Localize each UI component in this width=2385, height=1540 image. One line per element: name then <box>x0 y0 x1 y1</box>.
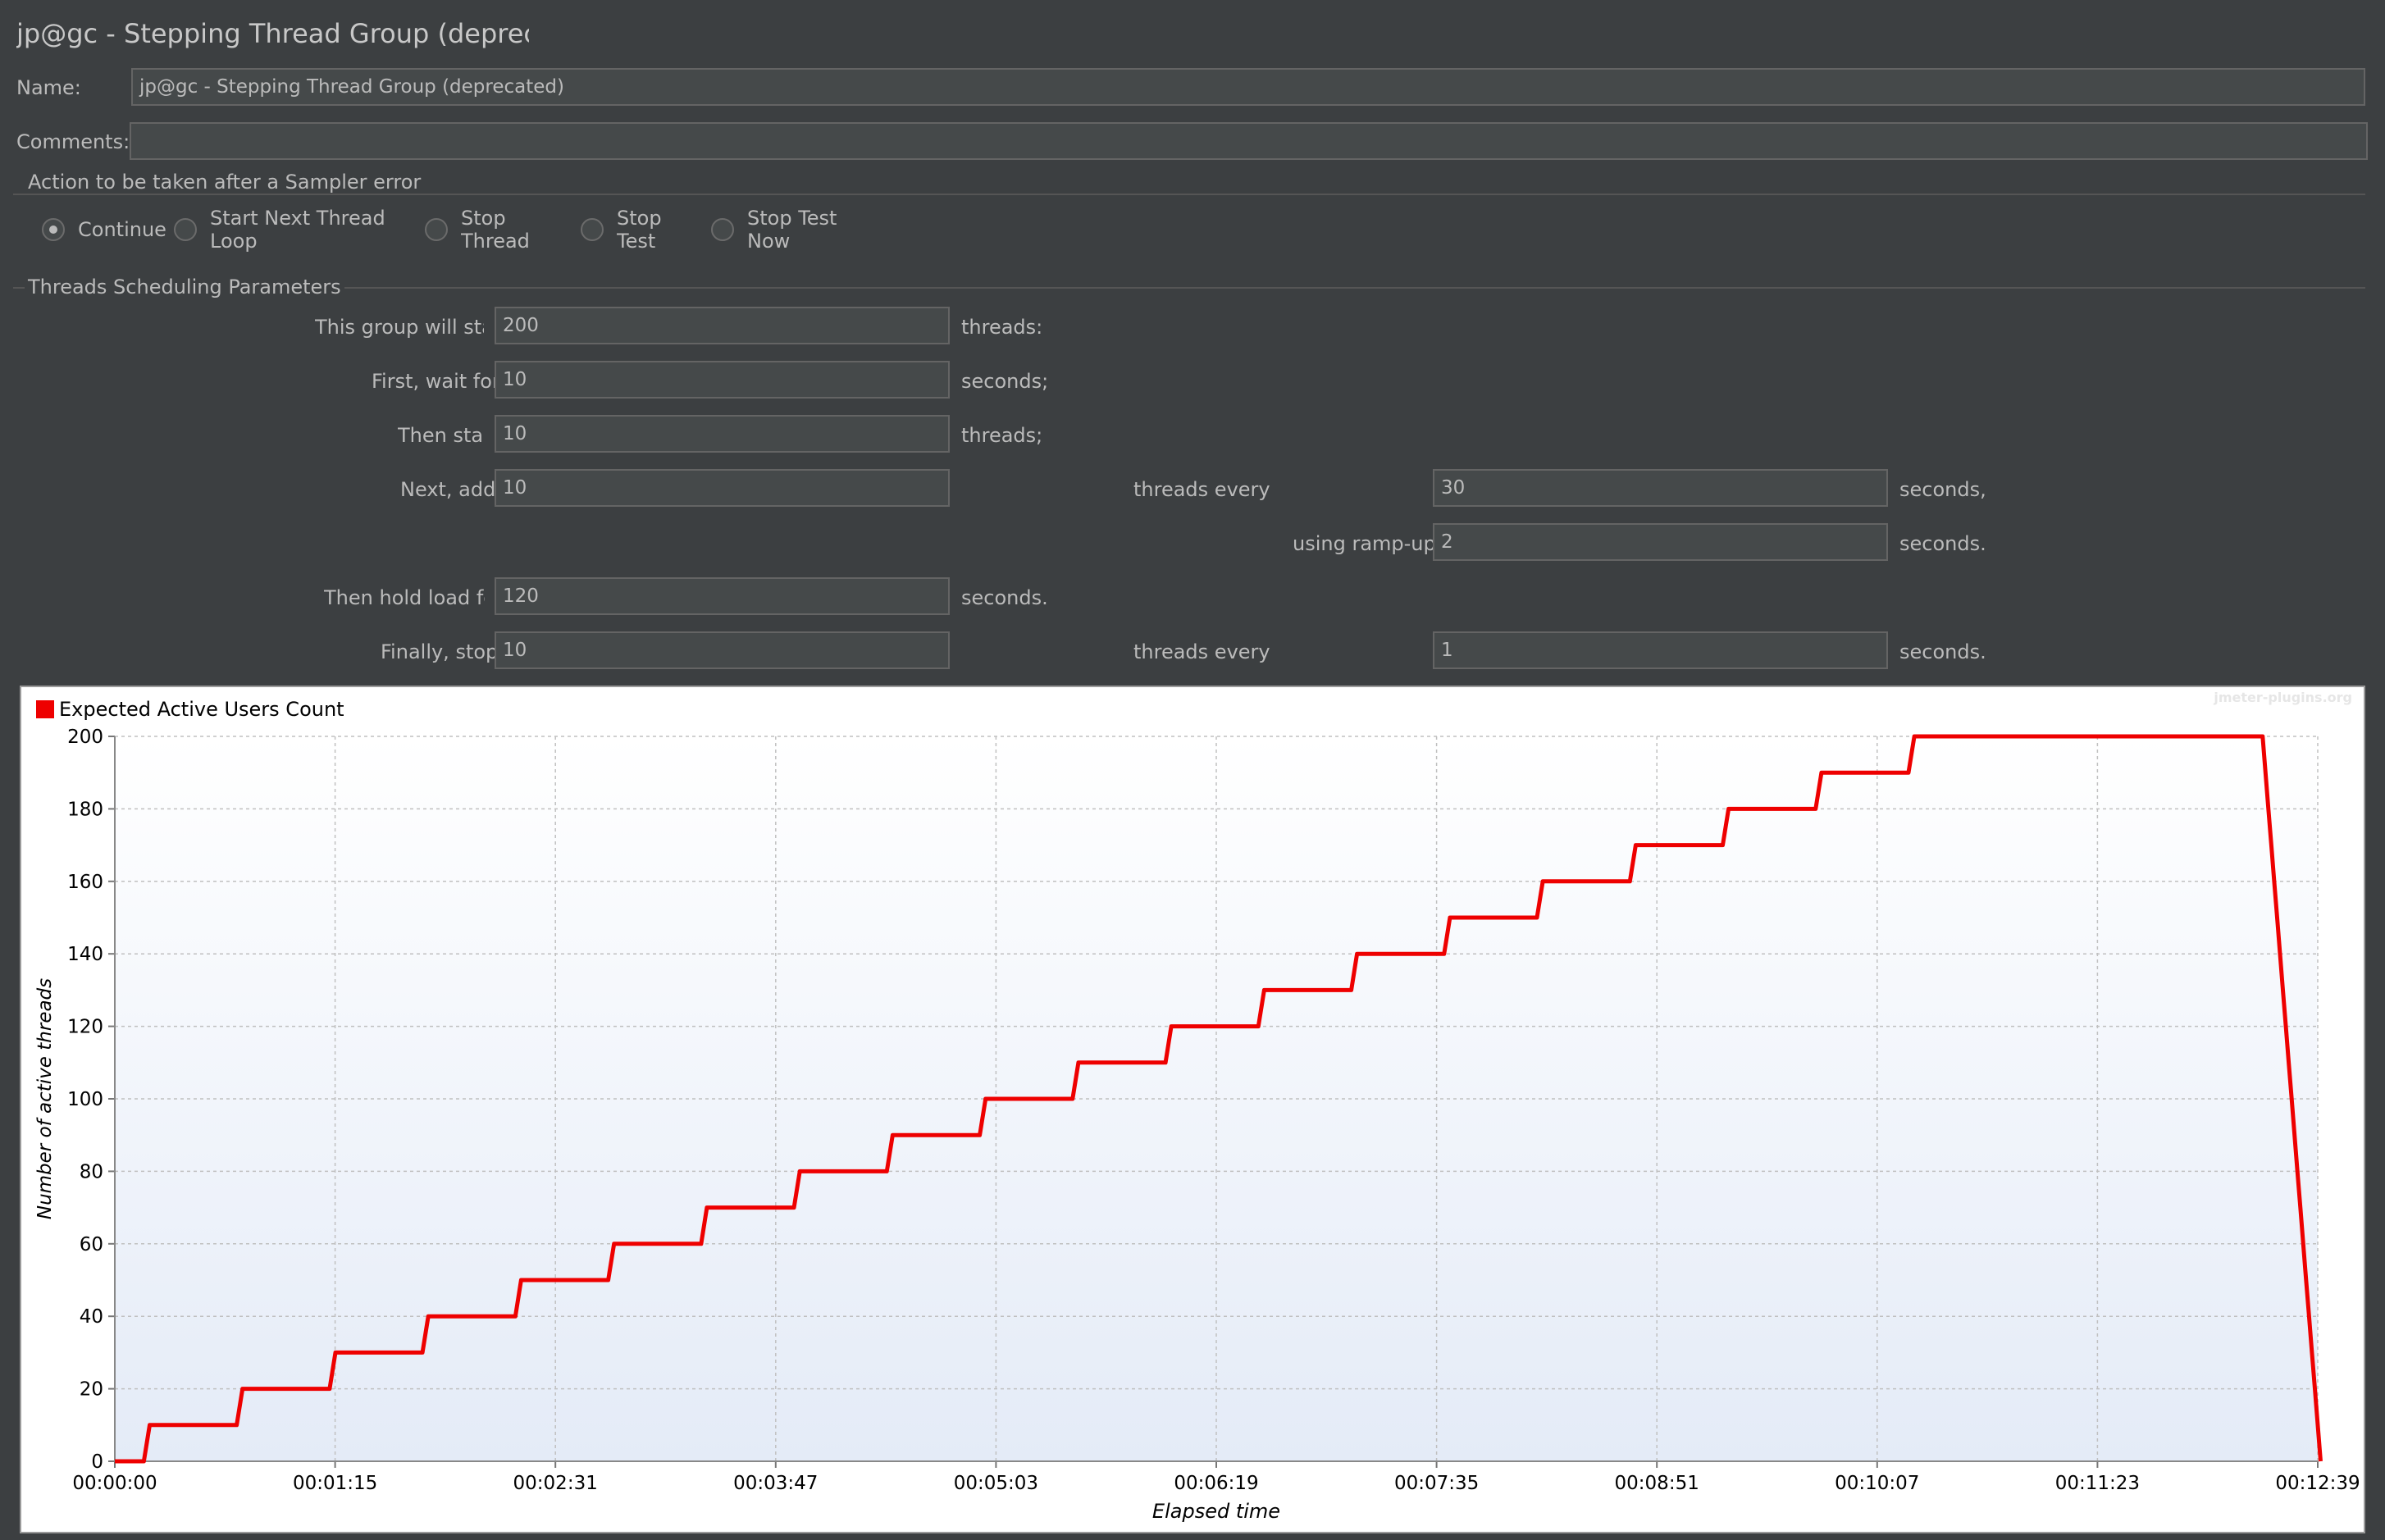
start-threads-label: This group will start <box>279 316 484 344</box>
chart-svg: 0 20 40 60 80 100 120 140 160 180 200 00:00:00 00:01… <box>34 690 2360 1523</box>
hold-load-suffix: seconds. <box>961 586 1048 609</box>
y-tick-label: 20 <box>80 1379 103 1401</box>
x-tick-label: 00:06:19 <box>1174 1473 1258 1494</box>
rampup-label: using ramp-up <box>1293 532 1436 555</box>
x-tick-label: 00:08:51 <box>1615 1473 1699 1494</box>
x-tick-label: 00:11:23 <box>2055 1473 2140 1494</box>
add-every-field[interactable]: 30 <box>1433 469 1888 507</box>
radio-stop-test-indicator[interactable] <box>581 218 604 241</box>
radio-stop-test-now-indicator[interactable] <box>711 218 734 241</box>
radio-stop-test-label: Stop Test <box>617 207 662 253</box>
x-tick-label: 00:01:15 <box>293 1473 377 1494</box>
stop-threads-label: Finally, stop <box>381 640 499 663</box>
stop-threads-field[interactable]: 10 <box>495 631 950 669</box>
x-axis-label: Elapsed time <box>1152 1500 1280 1523</box>
window-title: jp@gc - Stepping Thread Group (deprecate… <box>16 18 529 49</box>
hold-load-field[interactable]: 120 <box>495 577 950 615</box>
stop-every-suffix: seconds. <box>1899 640 1986 663</box>
radio-stop-thread-label: Stop Thread <box>461 207 530 253</box>
y-tick-label: 80 <box>80 1161 103 1182</box>
initial-delay-field[interactable]: 10 <box>495 361 950 399</box>
initial-delay-label: First, wait for <box>372 370 500 393</box>
sampler-error-separator <box>13 194 2365 195</box>
initial-delay-suffix: seconds; <box>961 370 1049 393</box>
radio-stop-test-now-label: Stop Test Now <box>747 207 837 253</box>
y-tick-label: 40 <box>80 1306 103 1328</box>
add-threads-label: Next, add <box>400 478 496 501</box>
radio-continue[interactable]: Continue <box>42 215 193 244</box>
radio-stop-thread-indicator[interactable] <box>425 218 448 241</box>
then-start-field[interactable]: 10 <box>495 415 950 453</box>
radio-start-next-thread-loop[interactable]: Start Next Thread Loop <box>174 207 411 253</box>
add-every-suffix: seconds, <box>1899 478 1986 501</box>
chart-panel: 0 20 40 60 80 100 120 140 160 180 200 00:00:00 00:01… <box>20 686 2365 1533</box>
x-tick-label: 00:00:00 <box>72 1473 157 1494</box>
y-tick-label: 60 <box>80 1234 103 1255</box>
x-tick-label: 00:02:31 <box>513 1473 598 1494</box>
start-threads-suffix: threads: <box>961 316 1043 339</box>
y-tick-label: 120 <box>67 1017 103 1038</box>
start-threads-label-text: This group will start <box>315 316 484 339</box>
legend-label: Expected Active Users Count <box>59 698 344 721</box>
x-tick-label: 00:03:47 <box>733 1473 818 1494</box>
x-tick-label: 00:05:03 <box>954 1473 1038 1494</box>
y-tick-label: 0 <box>91 1451 103 1473</box>
comments-field[interactable] <box>130 122 2368 160</box>
x-tick-label: 00:10:07 <box>1835 1473 1919 1494</box>
scheduling-title: Threads Scheduling Parameters <box>25 276 344 298</box>
then-start-label: Then start <box>398 424 485 447</box>
x-tick-label: 00:12:39 <box>2275 1473 2360 1494</box>
hold-load-label: Then hold load for <box>324 586 485 609</box>
radio-start-next-thread-loop-indicator[interactable] <box>174 218 197 241</box>
stop-every-field[interactable]: 1 <box>1433 631 1888 669</box>
x-tick-label: 00:07:35 <box>1394 1473 1479 1494</box>
y-axis-label: Number of active threads <box>34 978 56 1219</box>
comments-label: Comments: <box>16 130 130 153</box>
stop-every-label: threads every <box>1133 640 1270 663</box>
y-tick-label: 100 <box>67 1089 103 1110</box>
rampup-field[interactable]: 2 <box>1433 523 1888 561</box>
radio-continue-indicator[interactable] <box>42 218 65 241</box>
sampler-error-title: Action to be taken after a Sampler error <box>25 171 425 194</box>
y-tick-label: 200 <box>67 727 103 748</box>
radio-start-next-thread-loop-label: Start Next Thread Loop <box>210 207 385 253</box>
radio-stop-test[interactable]: Stop Test <box>581 207 697 253</box>
radio-stop-test-now[interactable]: Stop Test Now <box>711 207 874 253</box>
then-start-suffix: threads; <box>961 424 1043 447</box>
name-field[interactable]: jp@gc - Stepping Thread Group (deprecate… <box>131 68 2365 106</box>
y-tick-label: 180 <box>67 799 103 820</box>
rampup-suffix: seconds. <box>1899 532 1986 555</box>
watermark-text: jmeter-plugins.org <box>2213 690 2352 705</box>
legend-swatch <box>36 700 54 718</box>
scheduling-separator <box>13 287 2365 289</box>
radio-stop-thread[interactable]: Stop Thread <box>425 207 567 253</box>
start-threads-field[interactable]: 200 <box>495 307 950 344</box>
y-tick-label: 140 <box>67 944 103 965</box>
y-tick-label: 160 <box>67 872 103 893</box>
name-label: Name: <box>16 76 81 99</box>
add-threads-field[interactable]: 10 <box>495 469 950 507</box>
add-every-label: threads every <box>1133 478 1270 501</box>
